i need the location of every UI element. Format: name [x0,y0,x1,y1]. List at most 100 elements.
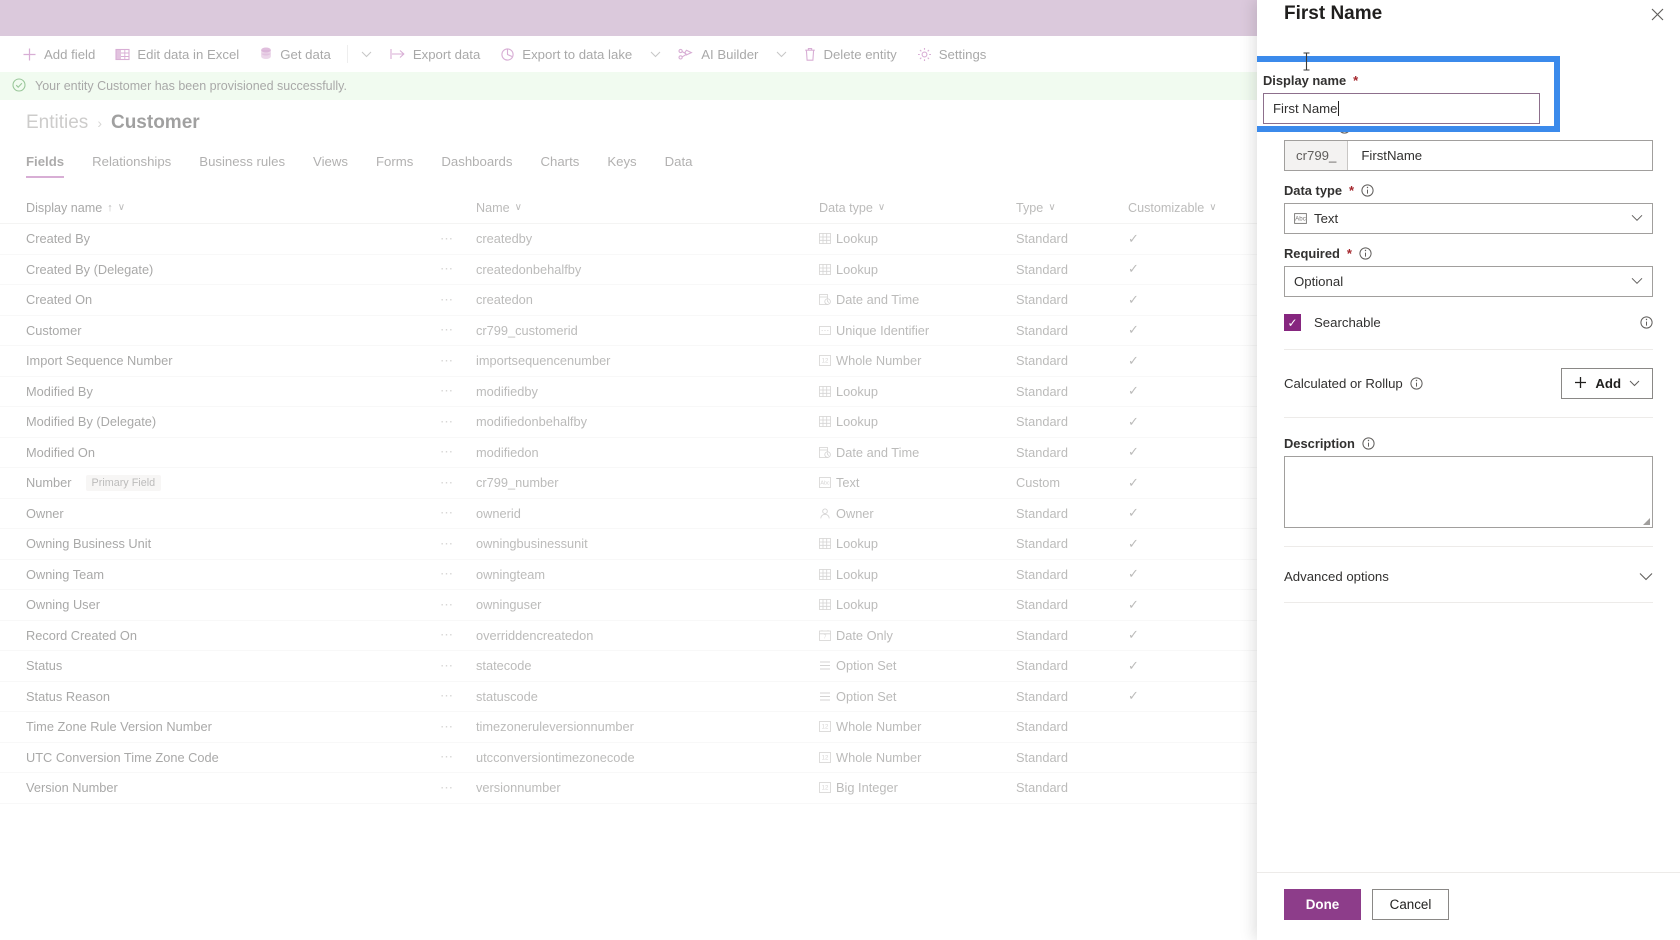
check-icon: ✓ [1128,657,1139,673]
description-textarea[interactable] [1284,456,1653,528]
column-header-data-type[interactable]: Data type ∨ [819,201,1016,215]
row-overflow-button[interactable]: ⋯ [440,536,476,552]
cell-customizable: ✓ [1128,353,1278,369]
cell-data-type-label: Date and Time [836,444,920,460]
row-overflow-button[interactable]: ⋯ [440,475,476,491]
cell-display-name: UTC Conversion Time Zone Code [0,750,440,765]
check-icon: ✓ [1128,383,1139,399]
data-type-dropdown[interactable]: Abc Text [1284,203,1653,234]
check-icon: ✓ [1128,596,1139,612]
cell-logical-name: modifiedby [476,383,538,399]
searchable-checkbox[interactable]: ✓ [1284,314,1301,331]
tab-charts[interactable]: Charts [526,148,593,178]
row-overflow-button[interactable]: ⋯ [440,383,476,399]
row-overflow-button[interactable]: ⋯ [440,292,476,308]
cell-data-type-label: Lookup [836,383,878,399]
column-header-name-label: Name [476,200,510,215]
info-icon[interactable] [1640,316,1653,329]
get-data-chevron-down-icon[interactable] [354,38,380,70]
export-data-button[interactable]: Export data [380,38,490,70]
field-display-name: Created On [26,292,93,308]
command-separator [346,45,348,63]
tab-dashboards[interactable]: Dashboards [427,148,526,178]
cell-data-type: Unique Identifier [819,323,1016,338]
breadcrumb-entities-link[interactable]: Entities [26,112,88,134]
ai-builder-chevron-down-icon[interactable] [768,38,794,70]
row-overflow-button[interactable]: ⋯ [440,261,476,277]
row-overflow-button[interactable]: ⋯ [440,231,476,247]
check-icon: ✓ [1128,352,1139,368]
info-icon[interactable] [1361,184,1374,197]
display-name-input[interactable]: First Name [1263,93,1540,124]
cell-display-name: Created By (Delegate) [0,262,440,277]
row-overflow-button[interactable]: ⋯ [440,444,476,460]
tab-keys[interactable]: Keys [593,148,650,178]
searchable-row: ✓ Searchable [1284,314,1653,331]
column-header-display-name[interactable]: Display name ↑ ∨ [0,201,440,215]
cell-display-name: Modified By (Delegate) [0,414,440,429]
cell-type: Standard [1016,414,1068,430]
info-icon[interactable] [1362,437,1375,450]
sort-ascending-icon: ↑ [107,201,113,214]
lookup-icon [819,233,831,245]
logical-name-input[interactable]: cr799_ FirstName [1284,140,1653,171]
row-overflow-button[interactable]: ⋯ [440,414,476,430]
advanced-options-toggle[interactable]: Advanced options [1284,565,1653,588]
add-field-button[interactable]: Add field [12,38,105,70]
cell-data-type-label: Option Set [836,658,897,674]
required-dropdown[interactable]: Optional [1284,266,1653,297]
get-data-button[interactable]: Get data [249,38,341,70]
settings-button[interactable]: Settings [907,38,997,70]
row-overflow-button[interactable]: ⋯ [440,627,476,643]
export-to-data-lake-chevron-down-icon[interactable] [642,38,668,70]
data-type-value: Text [1314,211,1339,226]
row-overflow-button[interactable]: ⋯ [440,749,476,765]
close-icon[interactable] [1651,8,1664,21]
tab-views[interactable]: Views [299,148,362,178]
trash-icon [804,47,816,62]
info-icon[interactable] [1410,377,1423,390]
tab-business-rules[interactable]: Business rules [185,148,299,178]
ai-builder-icon [678,47,694,62]
number-icon: 12 [819,355,831,367]
tab-data[interactable]: Data [651,148,707,178]
tab-relationships[interactable]: Relationships [78,148,185,178]
cell-display-name: Import Sequence Number [0,353,440,368]
row-overflow-button[interactable]: ⋯ [440,658,476,674]
ai-builder-button[interactable]: AI Builder [668,38,768,70]
edit-data-in-excel-button[interactable]: Edit data in Excel [105,38,249,70]
row-overflow-button[interactable]: ⋯ [440,780,476,796]
database-icon [259,47,273,62]
field-display-name: Owner [26,505,64,521]
done-button[interactable]: Done [1284,889,1361,920]
tab-fields[interactable]: Fields [26,148,78,178]
cell-display-name: Status Reason [0,689,440,704]
row-overflow-button[interactable]: ⋯ [440,505,476,521]
column-header-customizable[interactable]: Customizable ∨ [1128,201,1278,215]
cell-logical-name: cr799_number [476,475,559,491]
add-rollup-button[interactable]: Add [1561,368,1653,399]
cancel-button[interactable]: Cancel [1372,889,1449,920]
tab-forms[interactable]: Forms [362,148,427,178]
row-overflow-button[interactable]: ⋯ [440,322,476,338]
row-overflow-button[interactable]: ⋯ [440,353,476,369]
advanced-options-label: Advanced options [1284,569,1389,584]
row-overflow-button[interactable]: ⋯ [440,688,476,704]
delete-entity-button[interactable]: Delete entity [794,38,906,70]
info-icon[interactable] [1359,247,1372,260]
chevron-down-icon: ∨ [514,202,522,213]
row-overflow-button[interactable]: ⋯ [440,719,476,735]
column-header-name[interactable]: Name ∨ [476,201,819,215]
plus-icon [1574,376,1587,392]
cell-display-name: Created On [0,292,440,307]
export-to-data-lake-button[interactable]: Export to data lake [490,38,642,70]
row-overflow-button[interactable]: ⋯ [440,597,476,613]
check-icon: ✓ [1128,505,1139,521]
panel-header: First Name [1257,0,1680,28]
row-overflow-button[interactable]: ⋯ [440,566,476,582]
export-to-data-lake-label: Export to data lake [522,46,633,62]
cell-customizable: ✓ [1128,536,1278,552]
column-header-type[interactable]: Type ∨ [1016,201,1128,215]
cell-data-type-label: Lookup [836,536,878,552]
cell-logical-name: cr799_customerid [476,322,578,338]
